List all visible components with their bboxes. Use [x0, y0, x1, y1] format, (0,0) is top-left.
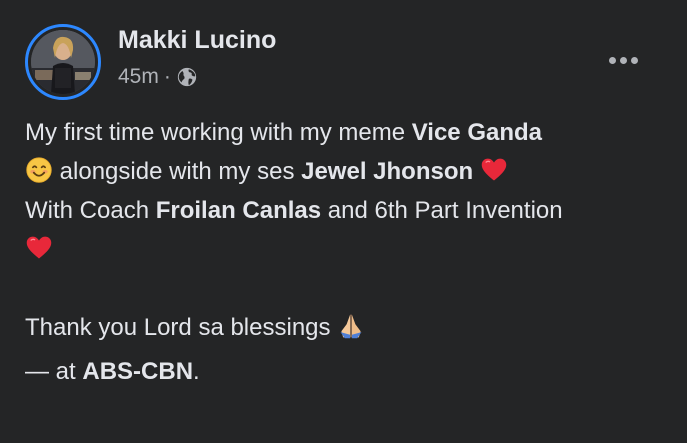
message-line-4 [25, 230, 675, 269]
message-line-5: Thank you Lord sa blessings [25, 308, 675, 347]
ellipsis-icon [608, 56, 638, 64]
location-prefix: — at [25, 358, 83, 385]
mention-froilan-canlas[interactable]: Froilan Canlas [156, 197, 321, 224]
smiling-face-icon [25, 156, 53, 184]
profile-avatar[interactable] [25, 24, 101, 100]
mention-jewel-jhonson[interactable]: Jewel Jhonson [301, 158, 473, 185]
message-line-1: My first time working with my meme Vice … [25, 113, 675, 152]
globe-icon[interactable] [176, 66, 198, 88]
location-suffix: . [193, 358, 200, 385]
message-text: Thank you Lord sa blessings [25, 314, 338, 341]
avatar-photo [31, 30, 95, 94]
mention-vice-ganda[interactable]: Vice Ganda [412, 119, 542, 146]
author-name[interactable]: Makki Lucino [118, 26, 276, 55]
meta-separator: · [163, 65, 171, 88]
facebook-post: Makki Lucino 45m · My first time working… [0, 0, 687, 443]
post-meta: 45m · [118, 65, 198, 89]
post-message: My first time working with my meme Vice … [25, 113, 675, 391]
more-options-button[interactable] [598, 40, 648, 80]
red-heart-icon [480, 156, 508, 184]
message-text: alongside with my ses [53, 158, 302, 185]
message-text: and 6th Part Invention [321, 197, 563, 224]
post-timestamp[interactable]: 45m [118, 65, 159, 89]
red-heart-icon [25, 234, 53, 262]
location-link[interactable]: ABS-CBN [82, 358, 193, 385]
message-text: My first time working with my meme [25, 119, 412, 146]
message-line-2: alongside with my ses Jewel Jhonson [25, 152, 675, 191]
location-line: — at ABS-CBN. [25, 352, 675, 391]
message-text: With Coach [25, 197, 156, 224]
folded-hands-icon [337, 312, 365, 340]
message-line-3: With Coach Froilan Canlas and 6th Part I… [25, 191, 675, 230]
